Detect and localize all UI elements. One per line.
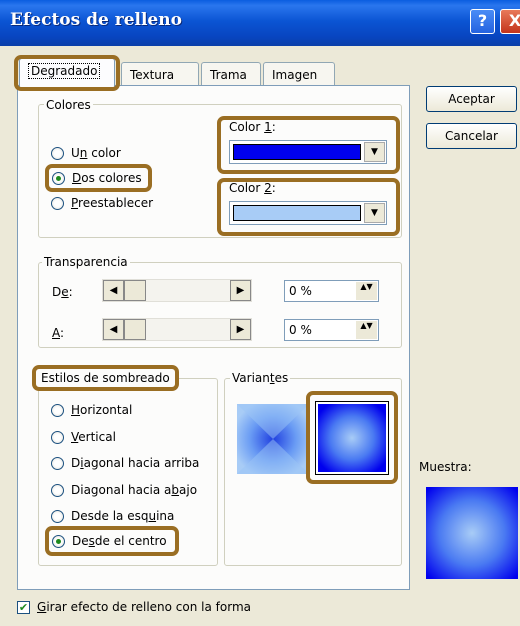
transparency-to-value: 0 % bbox=[289, 323, 312, 337]
colors-group-title: Colores bbox=[44, 98, 93, 112]
color2-swatch bbox=[233, 205, 361, 221]
transparency-from-input[interactable]: 0 % ▲▼ bbox=[284, 280, 379, 302]
transparency-to-input[interactable]: 0 % ▲▼ bbox=[284, 319, 379, 341]
tab-highlight bbox=[14, 55, 120, 91]
radio-vertical[interactable]: Vertical bbox=[51, 428, 116, 446]
cancel-button[interactable]: Cancelar bbox=[426, 123, 517, 149]
radio-preestablecer[interactable]: Preestablecer bbox=[51, 194, 153, 212]
radio-desde-esquina[interactable]: Desde la esquina bbox=[51, 507, 174, 525]
color1-swatch bbox=[233, 144, 361, 160]
tab-label: Textura bbox=[130, 68, 175, 82]
chevron-down-icon[interactable]: ▼ bbox=[364, 203, 385, 223]
transparency-from-slider[interactable]: ◀ ▶ bbox=[102, 279, 252, 302]
variant-dark-edge[interactable] bbox=[315, 401, 389, 475]
tab-panel: Colores Un color Dos colores Preestablec… bbox=[17, 85, 410, 590]
slider-thumb[interactable] bbox=[124, 319, 146, 340]
radio-horizontal[interactable]: Horizontal bbox=[51, 401, 132, 419]
tab-label: Trama bbox=[210, 68, 247, 82]
radio-circle bbox=[51, 509, 64, 523]
radio-diagonal-arriba[interactable]: Diagonal hacia arriba bbox=[51, 454, 199, 472]
radio-label: Desde la esquina bbox=[71, 509, 175, 523]
chevron-down-icon[interactable]: ▼ bbox=[364, 142, 385, 162]
color2-label: Color 2: bbox=[229, 181, 276, 195]
radio-circle bbox=[51, 146, 64, 160]
slider-thumb[interactable] bbox=[124, 280, 146, 301]
window-title: Efectos de relleno bbox=[10, 10, 182, 30]
help-button[interactable]: ? bbox=[470, 9, 495, 34]
radio-label: Preestablecer bbox=[71, 196, 154, 210]
radio-circle bbox=[52, 171, 65, 185]
variant-light-edge[interactable] bbox=[237, 404, 309, 474]
sample-label: Muestra: bbox=[419, 460, 472, 474]
tab-label: Imagen bbox=[272, 68, 318, 82]
radio-label: Vertical bbox=[71, 430, 116, 444]
radio-circle bbox=[51, 456, 64, 470]
transparency-to-slider[interactable]: ◀ ▶ bbox=[102, 318, 252, 341]
close-button[interactable]: X bbox=[500, 9, 520, 34]
transparency-to-label: A: bbox=[52, 326, 65, 340]
radio-circle bbox=[51, 483, 64, 497]
radio-label: Diagonal hacia abajo bbox=[71, 483, 198, 497]
spin-arrows-icon[interactable]: ▲▼ bbox=[356, 321, 377, 339]
color1-label: Color 1: bbox=[229, 120, 276, 134]
radio-circle bbox=[52, 534, 65, 548]
spin-arrows-icon[interactable]: ▲▼ bbox=[356, 282, 377, 300]
arrow-left-icon[interactable]: ◀ bbox=[103, 280, 124, 301]
radio-desde-centro[interactable]: Desde el centro bbox=[45, 526, 179, 556]
radio-diagonal-abajo[interactable]: Diagonal hacia abajo bbox=[51, 481, 197, 499]
title-bar: Efectos de relleno ? X bbox=[0, 0, 520, 46]
rotate-checkbox-label: Girar efecto de relleno con la forma bbox=[37, 600, 252, 614]
variants-group-title: Variantes bbox=[230, 371, 291, 385]
transparency-from-value: 0 % bbox=[289, 284, 312, 298]
radio-dos-colores[interactable]: Dos colores bbox=[45, 164, 152, 192]
arrow-right-icon[interactable]: ▶ bbox=[230, 280, 251, 301]
radio-label: Desde el centro bbox=[72, 534, 167, 548]
accept-button[interactable]: Aceptar bbox=[426, 86, 517, 112]
radio-label: Diagonal hacia arriba bbox=[71, 456, 200, 470]
arrow-right-icon[interactable]: ▶ bbox=[230, 319, 251, 340]
color1-dropdown[interactable]: ▼ bbox=[229, 140, 387, 164]
transparency-from-label: De: bbox=[52, 285, 73, 299]
arrow-left-icon[interactable]: ◀ bbox=[103, 319, 124, 340]
radio-un-color[interactable]: Un color bbox=[51, 144, 121, 162]
shading-group-title: Estilos de sombreado bbox=[32, 365, 179, 391]
radio-circle bbox=[51, 403, 64, 417]
radio-label: Un color bbox=[71, 146, 121, 160]
radio-circle bbox=[51, 430, 64, 444]
radio-label: Horizontal bbox=[71, 403, 133, 417]
sample-preview bbox=[426, 487, 518, 579]
rotate-checkbox[interactable]: ✔ bbox=[17, 601, 30, 614]
radio-label: Dos colores bbox=[72, 171, 142, 185]
color2-dropdown[interactable]: ▼ bbox=[229, 201, 387, 225]
transparency-group-title: Transparencia bbox=[42, 255, 130, 269]
radio-circle bbox=[51, 196, 64, 210]
